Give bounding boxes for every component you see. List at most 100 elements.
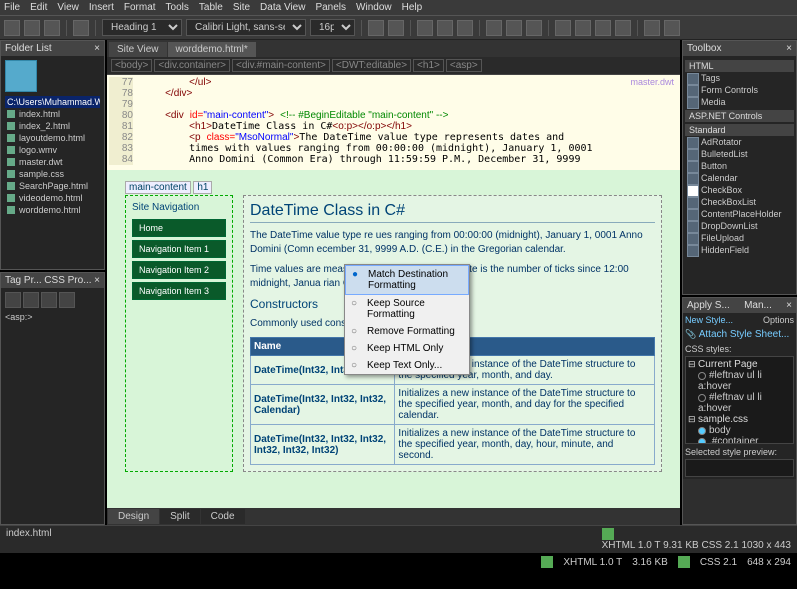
- current-page-group[interactable]: ⊟ Current Page: [688, 359, 791, 370]
- tab-site-view[interactable]: Site View: [109, 42, 167, 57]
- options-dropdown[interactable]: Options: [763, 315, 794, 325]
- open-icon[interactable]: [24, 20, 40, 36]
- close-icon[interactable]: ×: [94, 43, 100, 54]
- save-icon[interactable]: [44, 20, 60, 36]
- group-aspnet[interactable]: ASP.NET Controls: [685, 110, 794, 122]
- status-css[interactable]: CSS 2.1: [700, 557, 737, 568]
- new-style-link[interactable]: New Style...: [685, 315, 733, 325]
- css-rule[interactable]: #leftnav ul li a:hover: [698, 392, 762, 414]
- list-ul-icon[interactable]: [555, 20, 571, 36]
- ctx-keep-text[interactable]: Keep Text Only...: [345, 357, 469, 374]
- menu-tools[interactable]: Tools: [166, 2, 189, 13]
- borders-icon[interactable]: [644, 20, 660, 36]
- code-pane[interactable]: master.dwt77 </ul> 78 </div> 79 80 <div …: [107, 75, 680, 170]
- style-select[interactable]: Heading 1: [102, 19, 182, 36]
- indent-icon[interactable]: [615, 20, 631, 36]
- status-dimensions[interactable]: 648 x 294: [747, 557, 791, 568]
- undo-icon[interactable]: [368, 20, 384, 36]
- italic-icon[interactable]: [437, 20, 453, 36]
- status-dimensions[interactable]: 1030 x 443: [742, 540, 792, 551]
- menu-dataview[interactable]: Data View: [260, 2, 305, 13]
- file-item[interactable]: worddemo.html: [5, 204, 100, 216]
- td-name[interactable]: DateTime(Int32, Int32, Int32, Int32, Int…: [251, 425, 395, 465]
- td-desc[interactable]: Initializes a new instance of the DateTi…: [395, 425, 655, 465]
- align-right-icon[interactable]: [526, 20, 542, 36]
- close-icon[interactable]: ×: [786, 300, 792, 311]
- css-icon[interactable]: [678, 556, 690, 568]
- nav-item-2[interactable]: Navigation Item 2: [132, 261, 226, 279]
- page-title[interactable]: DateTime Class in C#: [250, 202, 655, 223]
- download-icon[interactable]: [541, 556, 553, 568]
- file-item[interactable]: SearchPage.html: [5, 180, 100, 192]
- group-html[interactable]: HTML: [685, 60, 794, 72]
- download-icon[interactable]: [602, 528, 614, 540]
- file-item[interactable]: master.dwt: [5, 156, 100, 168]
- file-item[interactable]: sample.css: [5, 168, 100, 180]
- file-item[interactable]: index.html: [5, 108, 100, 120]
- menu-help[interactable]: Help: [402, 2, 423, 13]
- menu-table[interactable]: Table: [199, 2, 223, 13]
- tool-media[interactable]: Media: [685, 96, 794, 108]
- menu-site[interactable]: Site: [233, 2, 250, 13]
- td-desc[interactable]: Initializes a new instance of the DateTi…: [395, 385, 655, 425]
- crumb-h1[interactable]: <h1>: [413, 59, 444, 72]
- tag-btn-icon[interactable]: [41, 292, 57, 308]
- attach-stylesheet-link[interactable]: 📎 Attach Style Sheet...: [685, 329, 794, 340]
- sample-css-group[interactable]: ⊟ sample.css: [688, 414, 791, 425]
- css-rule[interactable]: #leftnav ul li a:hover: [698, 370, 762, 392]
- crumb-dwt[interactable]: <DWT:editable>: [332, 59, 411, 72]
- menu-file[interactable]: File: [4, 2, 20, 13]
- menu-format[interactable]: Format: [124, 2, 156, 13]
- file-item[interactable]: videodemo.html: [5, 192, 100, 204]
- tool-form-controls[interactable]: Form Controls: [685, 84, 794, 96]
- region-crumb[interactable]: h1: [193, 181, 212, 194]
- list-ol-icon[interactable]: [575, 20, 591, 36]
- redo-icon[interactable]: [388, 20, 404, 36]
- new-icon[interactable]: [4, 20, 20, 36]
- ctx-keep-html[interactable]: Keep HTML Only: [345, 340, 469, 357]
- underline-icon[interactable]: [457, 20, 473, 36]
- status-css[interactable]: CSS 2.1: [701, 540, 738, 551]
- menu-window[interactable]: Window: [356, 2, 392, 13]
- tool-button[interactable]: Button: [685, 160, 794, 172]
- file-item[interactable]: logo.wmv: [5, 144, 100, 156]
- menu-insert[interactable]: Insert: [89, 2, 114, 13]
- view-split[interactable]: Split: [160, 509, 199, 524]
- file-item[interactable]: layoutdemo.html: [5, 132, 100, 144]
- td-name[interactable]: DateTime(Int32, Int32, Int32, Calendar): [251, 385, 395, 425]
- menu-edit[interactable]: Edit: [30, 2, 47, 13]
- status-standard[interactable]: XHTML 1.0 T: [563, 557, 622, 568]
- tool-dropdownlist[interactable]: DropDownList: [685, 220, 794, 232]
- preview-icon[interactable]: [73, 20, 89, 36]
- paragraph[interactable]: The DateTime value type re ues ranging f…: [250, 229, 655, 257]
- view-code[interactable]: Code: [201, 509, 245, 524]
- size-select[interactable]: 16pt: [310, 19, 355, 36]
- crumb-asp[interactable]: <asp>: [446, 59, 482, 72]
- css-rule[interactable]: body: [709, 425, 731, 436]
- tool-contentplaceholder[interactable]: ContentPlaceHolder: [685, 208, 794, 220]
- tag-btn-icon[interactable]: [23, 292, 39, 308]
- tool-tags[interactable]: Tags: [685, 72, 794, 84]
- group-standard[interactable]: Standard: [685, 124, 794, 136]
- file-item[interactable]: index_2.html: [5, 120, 100, 132]
- tag-props-title[interactable]: Tag Pr...: [5, 275, 42, 286]
- align-left-icon[interactable]: [486, 20, 502, 36]
- folder-path[interactable]: C:\Users\Muhammad.Waqas\Do: [5, 96, 100, 108]
- tool-fileupload[interactable]: FileUpload: [685, 232, 794, 244]
- site-icon[interactable]: [5, 60, 37, 92]
- tool-hiddenfield[interactable]: HiddenField: [685, 244, 794, 256]
- apply-styles-tab[interactable]: Apply S...: [687, 300, 730, 311]
- menu-panels[interactable]: Panels: [315, 2, 346, 13]
- crumb-body[interactable]: <body>: [111, 59, 152, 72]
- font-select[interactable]: Calibri Light, sans-serif: [186, 19, 306, 36]
- css-props-tab[interactable]: CSS Pro...: [44, 275, 91, 286]
- close-icon[interactable]: ×: [786, 43, 792, 54]
- ctx-remove-fmt[interactable]: Remove Formatting: [345, 323, 469, 340]
- nav-home[interactable]: Home: [132, 219, 226, 237]
- nav-item-1[interactable]: Navigation Item 1: [132, 240, 226, 258]
- ctx-match-dest[interactable]: Match Destination Formatting: [345, 265, 469, 295]
- close-icon[interactable]: ×: [94, 275, 100, 286]
- tool-bulletedlist[interactable]: BulletedList: [685, 148, 794, 160]
- outdent-icon[interactable]: [595, 20, 611, 36]
- tab-worddemo[interactable]: worddemo.html*: [168, 42, 256, 57]
